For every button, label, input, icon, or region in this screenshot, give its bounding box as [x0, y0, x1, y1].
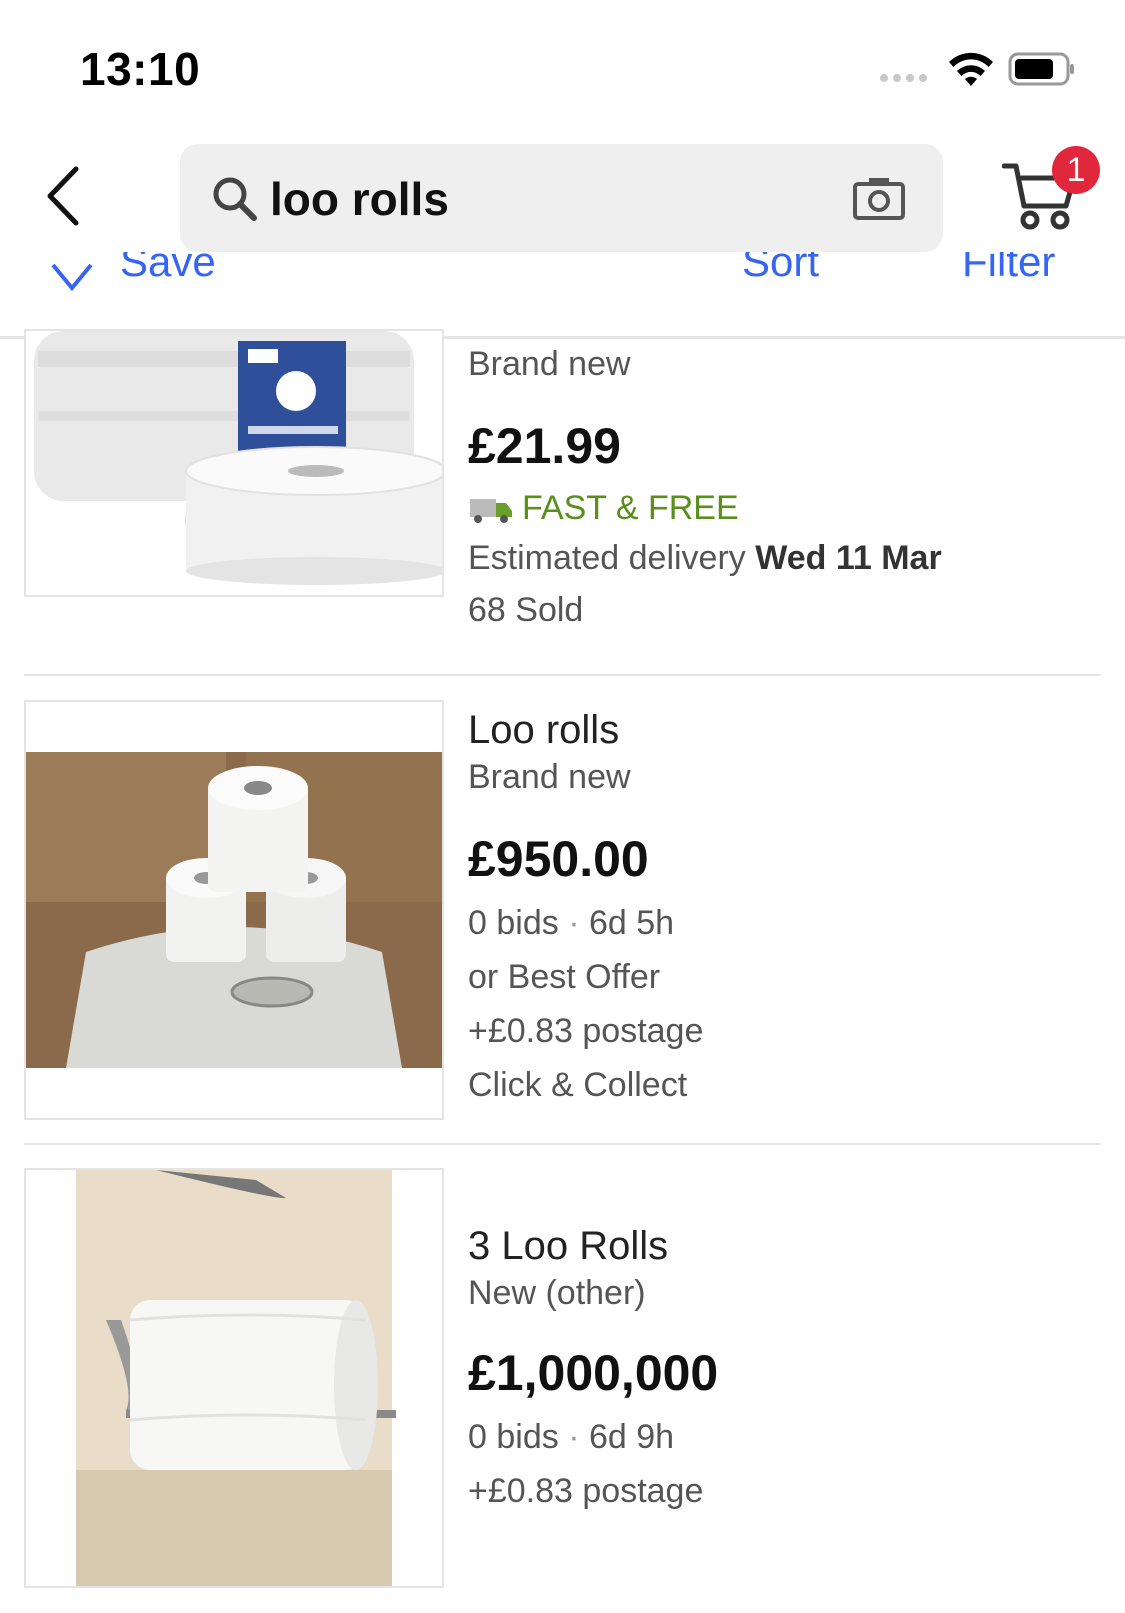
delivery-date: Wed 11 Mar [755, 539, 942, 577]
cart-count-badge: 1 [1052, 146, 1100, 194]
bids-and-time: 0 bids · 6d 5h [468, 904, 675, 942]
bids-and-time: 0 bids · 6d 9h [468, 1418, 675, 1456]
camera-icon[interactable] [852, 174, 906, 222]
listing-title[interactable]: Loo rolls [468, 708, 1068, 753]
filter-button[interactable]: Filter [962, 252, 1055, 286]
wifi-icon [949, 52, 993, 86]
listing-price: £950.00 [468, 831, 649, 887]
status-time: 13:10 [80, 43, 201, 95]
click-collect-label: Click & Collect [468, 1066, 688, 1104]
sort-button[interactable]: Sort [742, 252, 819, 286]
bid-count: 0 bids [468, 1418, 559, 1456]
postage-cost: +£0.83 postage [468, 1472, 704, 1510]
battery-icon [1008, 52, 1074, 86]
estimated-delivery: Estimated delivery Wed 11 Mar [468, 539, 1108, 578]
status-bar: 13:10 [0, 0, 1125, 130]
listing-thumbnail[interactable] [24, 1168, 444, 1588]
delivery-label: Estimated delivery [468, 539, 746, 577]
shipping-text: FAST & FREE [522, 489, 739, 527]
search-bar[interactable]: loo rolls [180, 144, 943, 252]
toilet-roll-holder-image [26, 1170, 442, 1586]
listing-title[interactable]: 3 Loo Rolls [468, 1224, 1068, 1269]
listing-price: £21.99 [468, 418, 621, 474]
listing-thumbnail[interactable] [24, 700, 444, 1120]
time-left: 6d 9h [588, 1418, 675, 1456]
best-offer-label: or Best Offer [468, 958, 661, 996]
listing-thumbnail[interactable] [24, 329, 444, 597]
free-shipping-label: FAST & FREE [468, 489, 1068, 528]
search-query[interactable]: loo rolls [270, 172, 449, 226]
bid-count: 0 bids [468, 904, 559, 942]
listing-divider [24, 1143, 1101, 1145]
listing-divider [24, 674, 1101, 676]
jumbo-toilet-roll-image [26, 331, 442, 595]
sold-count: 68 Sold [468, 591, 584, 629]
listing-condition: Brand new [468, 345, 631, 383]
toilet-rolls-pyramid-image [26, 702, 442, 1118]
listing-condition: Brand new [468, 758, 631, 796]
action-bar: Save Sort Filter [0, 252, 1125, 336]
chevron-down-icon [51, 263, 93, 292]
listing-condition: New (other) [468, 1274, 646, 1312]
listing-price: £1,000,000 [468, 1345, 719, 1401]
back-button[interactable] [40, 165, 88, 227]
delivery-truck-icon [470, 498, 512, 523]
postage-cost: +£0.83 postage [468, 1012, 704, 1050]
cellular-signal-icon [880, 74, 927, 82]
search-icon [213, 177, 257, 221]
save-search-button[interactable]: Save [120, 252, 216, 286]
time-left: 6d 5h [588, 904, 675, 942]
